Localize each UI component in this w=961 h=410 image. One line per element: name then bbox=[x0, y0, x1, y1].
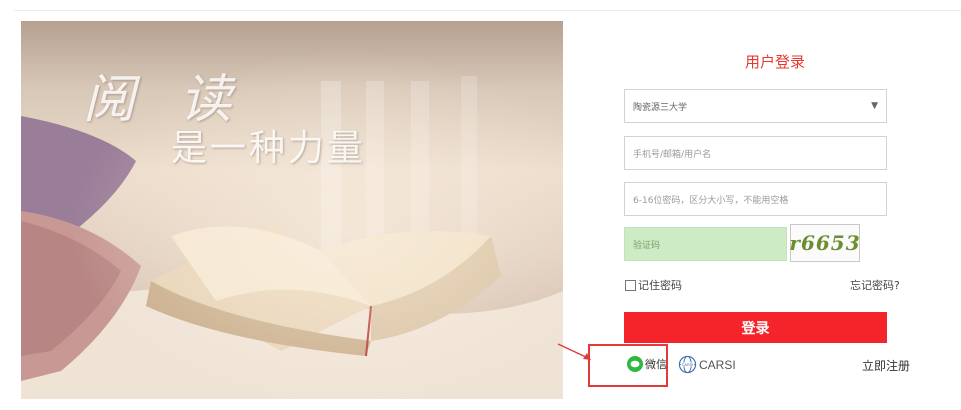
remember-label: 记住密码 bbox=[638, 279, 682, 292]
password-input[interactable]: 6-16位密码，区分大小写，不能用空格 bbox=[624, 182, 887, 216]
login-title: 用户登录 bbox=[744, 54, 805, 71]
username-input[interactable]: 手机号/邮箱/用户名 bbox=[624, 136, 887, 170]
forgot-password-link[interactable]: 忘记密码? bbox=[850, 277, 900, 293]
carsi-login[interactable]: CARSI CARSI bbox=[678, 355, 736, 374]
captcha-image-text: r6653 bbox=[789, 231, 861, 255]
captcha-input[interactable]: 验证码 bbox=[624, 227, 787, 261]
username-placeholder: 手机号/邮箱/用户名 bbox=[633, 149, 712, 160]
school-select-value: 陶瓷源三大学 bbox=[633, 102, 688, 113]
annotation-highlight-box bbox=[588, 344, 668, 387]
captcha-image[interactable]: r6653 bbox=[789, 224, 861, 262]
captcha-placeholder: 验证码 bbox=[633, 240, 661, 251]
password-placeholder: 6-16位密码，区分大小写，不能用空格 bbox=[633, 195, 789, 206]
reading-banner-image: 阅 读 是一种力量 bbox=[21, 21, 563, 399]
remember-password[interactable]: 记住密码 bbox=[625, 277, 682, 293]
svg-text:CARSI: CARSI bbox=[682, 363, 694, 367]
carsi-icon: CARSI bbox=[678, 355, 697, 374]
school-select[interactable]: 陶瓷源三大学 ▼ bbox=[624, 89, 887, 123]
top-divider bbox=[14, 10, 961, 11]
chevron-down-icon: ▼ bbox=[871, 101, 878, 111]
carsi-label: CARSI bbox=[699, 357, 736, 372]
remember-checkbox[interactable] bbox=[625, 279, 636, 291]
login-button[interactable]: 登录 bbox=[624, 312, 887, 343]
banner-slogan: 是一种力量 bbox=[171, 127, 367, 168]
register-link[interactable]: 立即注册 bbox=[862, 357, 910, 374]
